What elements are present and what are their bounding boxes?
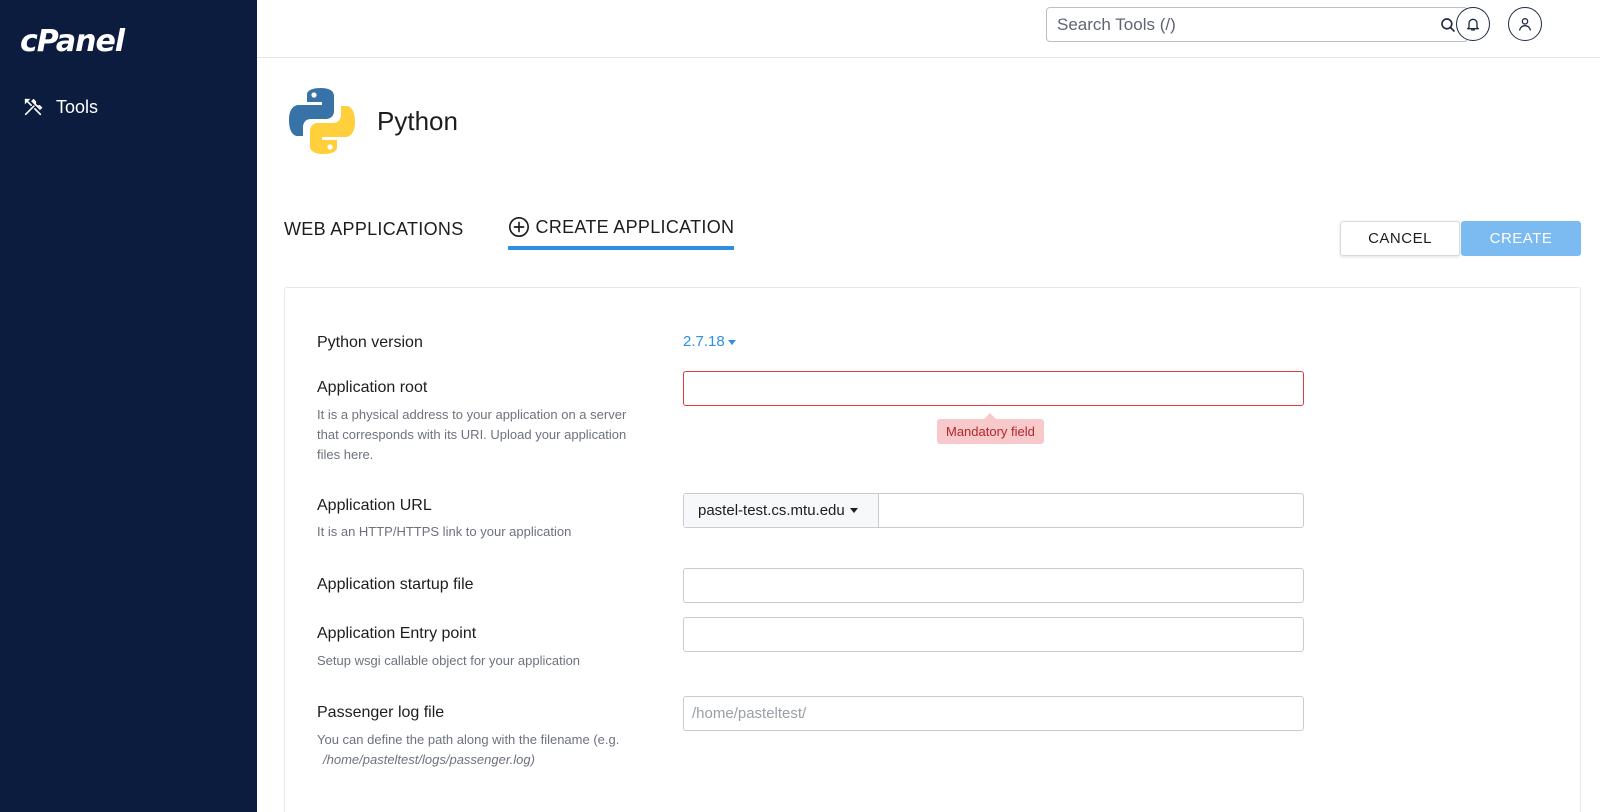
caret-down-icon xyxy=(727,339,736,345)
log-file-help: You can define the path along with the f… xyxy=(317,730,657,770)
startup-file-input[interactable] xyxy=(684,569,1303,602)
log-file-label: Passenger log file xyxy=(317,704,445,721)
tab-web-applications[interactable]: WEB APPLICATIONS xyxy=(284,216,464,250)
user-menu-button[interactable] xyxy=(1508,7,1542,41)
log-file-field xyxy=(683,696,1304,731)
tab-label: CREATE APPLICATION xyxy=(535,216,735,237)
tab-create-application[interactable]: CREATE APPLICATION xyxy=(507,216,735,250)
app-url-field: pastel-test.cs.mtu.edu xyxy=(683,493,1304,528)
app-root-field xyxy=(683,371,1304,406)
cancel-button[interactable]: CANCEL xyxy=(1340,221,1460,256)
search-box xyxy=(1046,7,1468,42)
app-url-input[interactable] xyxy=(879,494,1303,527)
app-root-label: Application root xyxy=(317,379,428,396)
notifications-button[interactable] xyxy=(1456,7,1490,41)
top-bar xyxy=(257,0,1600,58)
app-url-help: It is an HTTP/HTTPS link to your applica… xyxy=(317,524,572,539)
plus-circle-icon xyxy=(508,217,529,237)
create-application-form: Python version 2.7.18 Application root I… xyxy=(284,287,1581,812)
sidebar-item-tools[interactable]: Tools xyxy=(22,96,98,118)
search-input[interactable] xyxy=(1057,14,1439,35)
cpanel-logo[interactable]: cPanel xyxy=(20,24,125,59)
entry-point-help: Setup wsgi callable object for your appl… xyxy=(317,653,581,668)
caret-down-icon xyxy=(849,508,858,513)
entry-point-input[interactable] xyxy=(684,618,1303,651)
page-title: Python xyxy=(377,105,458,136)
user-icon xyxy=(1519,18,1531,31)
app-root-help: It is a physical address to your applica… xyxy=(317,407,627,462)
python-logo-icon xyxy=(289,88,355,154)
app-url-label: Application URL xyxy=(317,497,432,514)
app-root-input[interactable] xyxy=(684,372,1303,405)
bell-icon xyxy=(1467,18,1479,31)
main-content: Python WEB APPLICATIONS CREATE APPLICATI… xyxy=(257,58,1600,812)
create-button[interactable]: CREATE xyxy=(1461,221,1581,256)
entry-point-field xyxy=(683,617,1304,652)
log-file-help-example: /home/pasteltest/logs/passenger.log) xyxy=(323,752,535,767)
tab-label: WEB APPLICATIONS xyxy=(284,218,464,239)
sidebar: cPanel Tools xyxy=(0,0,257,812)
startup-file-field xyxy=(683,568,1304,603)
domain-value: pastel-test.cs.mtu.edu xyxy=(698,502,845,519)
mandatory-field-tooltip: Mandatory field xyxy=(937,413,1044,444)
python-version-label: Python version xyxy=(317,334,423,351)
python-version-value: 2.7.18 xyxy=(683,333,725,350)
python-version-dropdown[interactable]: 2.7.18 xyxy=(683,333,736,350)
search-icon[interactable] xyxy=(1439,16,1457,34)
tab-bar: WEB APPLICATIONS CREATE APPLICATION xyxy=(284,216,735,250)
tools-icon xyxy=(24,98,43,116)
log-file-help-text: You can define the path along with the f… xyxy=(317,732,620,747)
startup-file-label: Application startup file xyxy=(317,576,474,593)
domain-dropdown[interactable]: pastel-test.cs.mtu.edu xyxy=(684,494,879,527)
entry-point-label: Application Entry point xyxy=(317,625,477,642)
app-header: Python xyxy=(287,86,458,156)
sidebar-item-label: Tools xyxy=(56,96,99,117)
log-file-input[interactable] xyxy=(684,697,1303,730)
